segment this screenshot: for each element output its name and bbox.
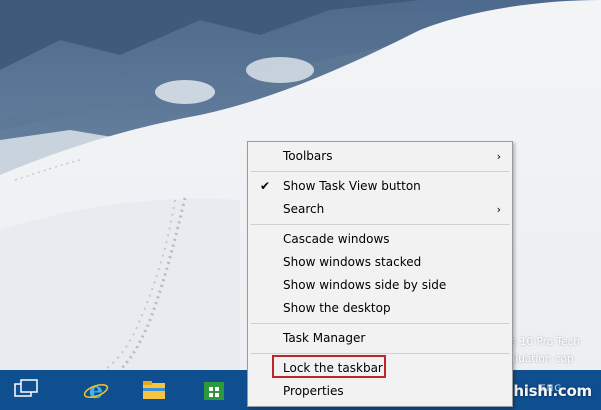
menu-separator — [250, 171, 510, 172]
menu-item-label: Toolbars — [283, 149, 333, 163]
menu-item-lock-the-taskbar[interactable]: Lock the taskbar — [248, 355, 512, 380]
file-explorer-button[interactable] — [128, 370, 178, 410]
menu-separator — [250, 323, 510, 324]
menu-item-label: Properties — [283, 384, 344, 398]
menu-item-label: Cascade windows — [283, 232, 390, 246]
site-watermark: zhishi.com — [505, 382, 592, 400]
internet-explorer-icon: e — [83, 378, 109, 402]
menu-item-show-the-desktop[interactable]: Show the desktop — [248, 297, 512, 320]
menu-separator — [250, 353, 510, 354]
store-button[interactable] — [188, 370, 238, 410]
submenu-arrow-icon: › — [496, 150, 501, 163]
taskbar-context-menu: Toolbars › ✔ Show Task View button Searc… — [247, 141, 513, 407]
menu-item-toolbars[interactable]: Toolbars › — [248, 145, 512, 168]
menu-item-show-task-view-button[interactable]: ✔ Show Task View button — [248, 175, 512, 198]
menu-item-show-windows-stacked[interactable]: Show windows stacked — [248, 251, 512, 274]
menu-item-label: Show the desktop — [283, 301, 391, 315]
menu-item-label: Show windows side by side — [283, 278, 447, 292]
menu-separator — [250, 224, 510, 225]
task-view-icon — [14, 379, 38, 397]
menu-item-cascade-windows[interactable]: Cascade windows — [248, 228, 512, 251]
svg-text:e: e — [89, 378, 103, 402]
menu-item-search[interactable]: Search › — [248, 198, 512, 221]
menu-item-properties[interactable]: Properties — [248, 380, 512, 403]
menu-item-label: Lock the taskbar — [283, 361, 383, 375]
task-view-button[interactable] — [0, 370, 50, 410]
menu-item-task-manager[interactable]: Task Manager — [248, 327, 512, 350]
internet-explorer-button[interactable]: e — [70, 370, 120, 410]
menu-item-label: Show Task View button — [283, 179, 421, 193]
menu-item-label: Show windows stacked — [283, 255, 422, 269]
checkmark-icon: ✔ — [260, 179, 271, 193]
store-icon — [204, 382, 224, 400]
file-explorer-icon — [143, 381, 165, 399]
menu-item-show-windows-side-by-side[interactable]: Show windows side by side — [248, 274, 512, 297]
submenu-arrow-icon: › — [496, 203, 501, 216]
menu-item-label: Search — [283, 202, 325, 216]
menu-item-label: Task Manager — [283, 331, 366, 345]
